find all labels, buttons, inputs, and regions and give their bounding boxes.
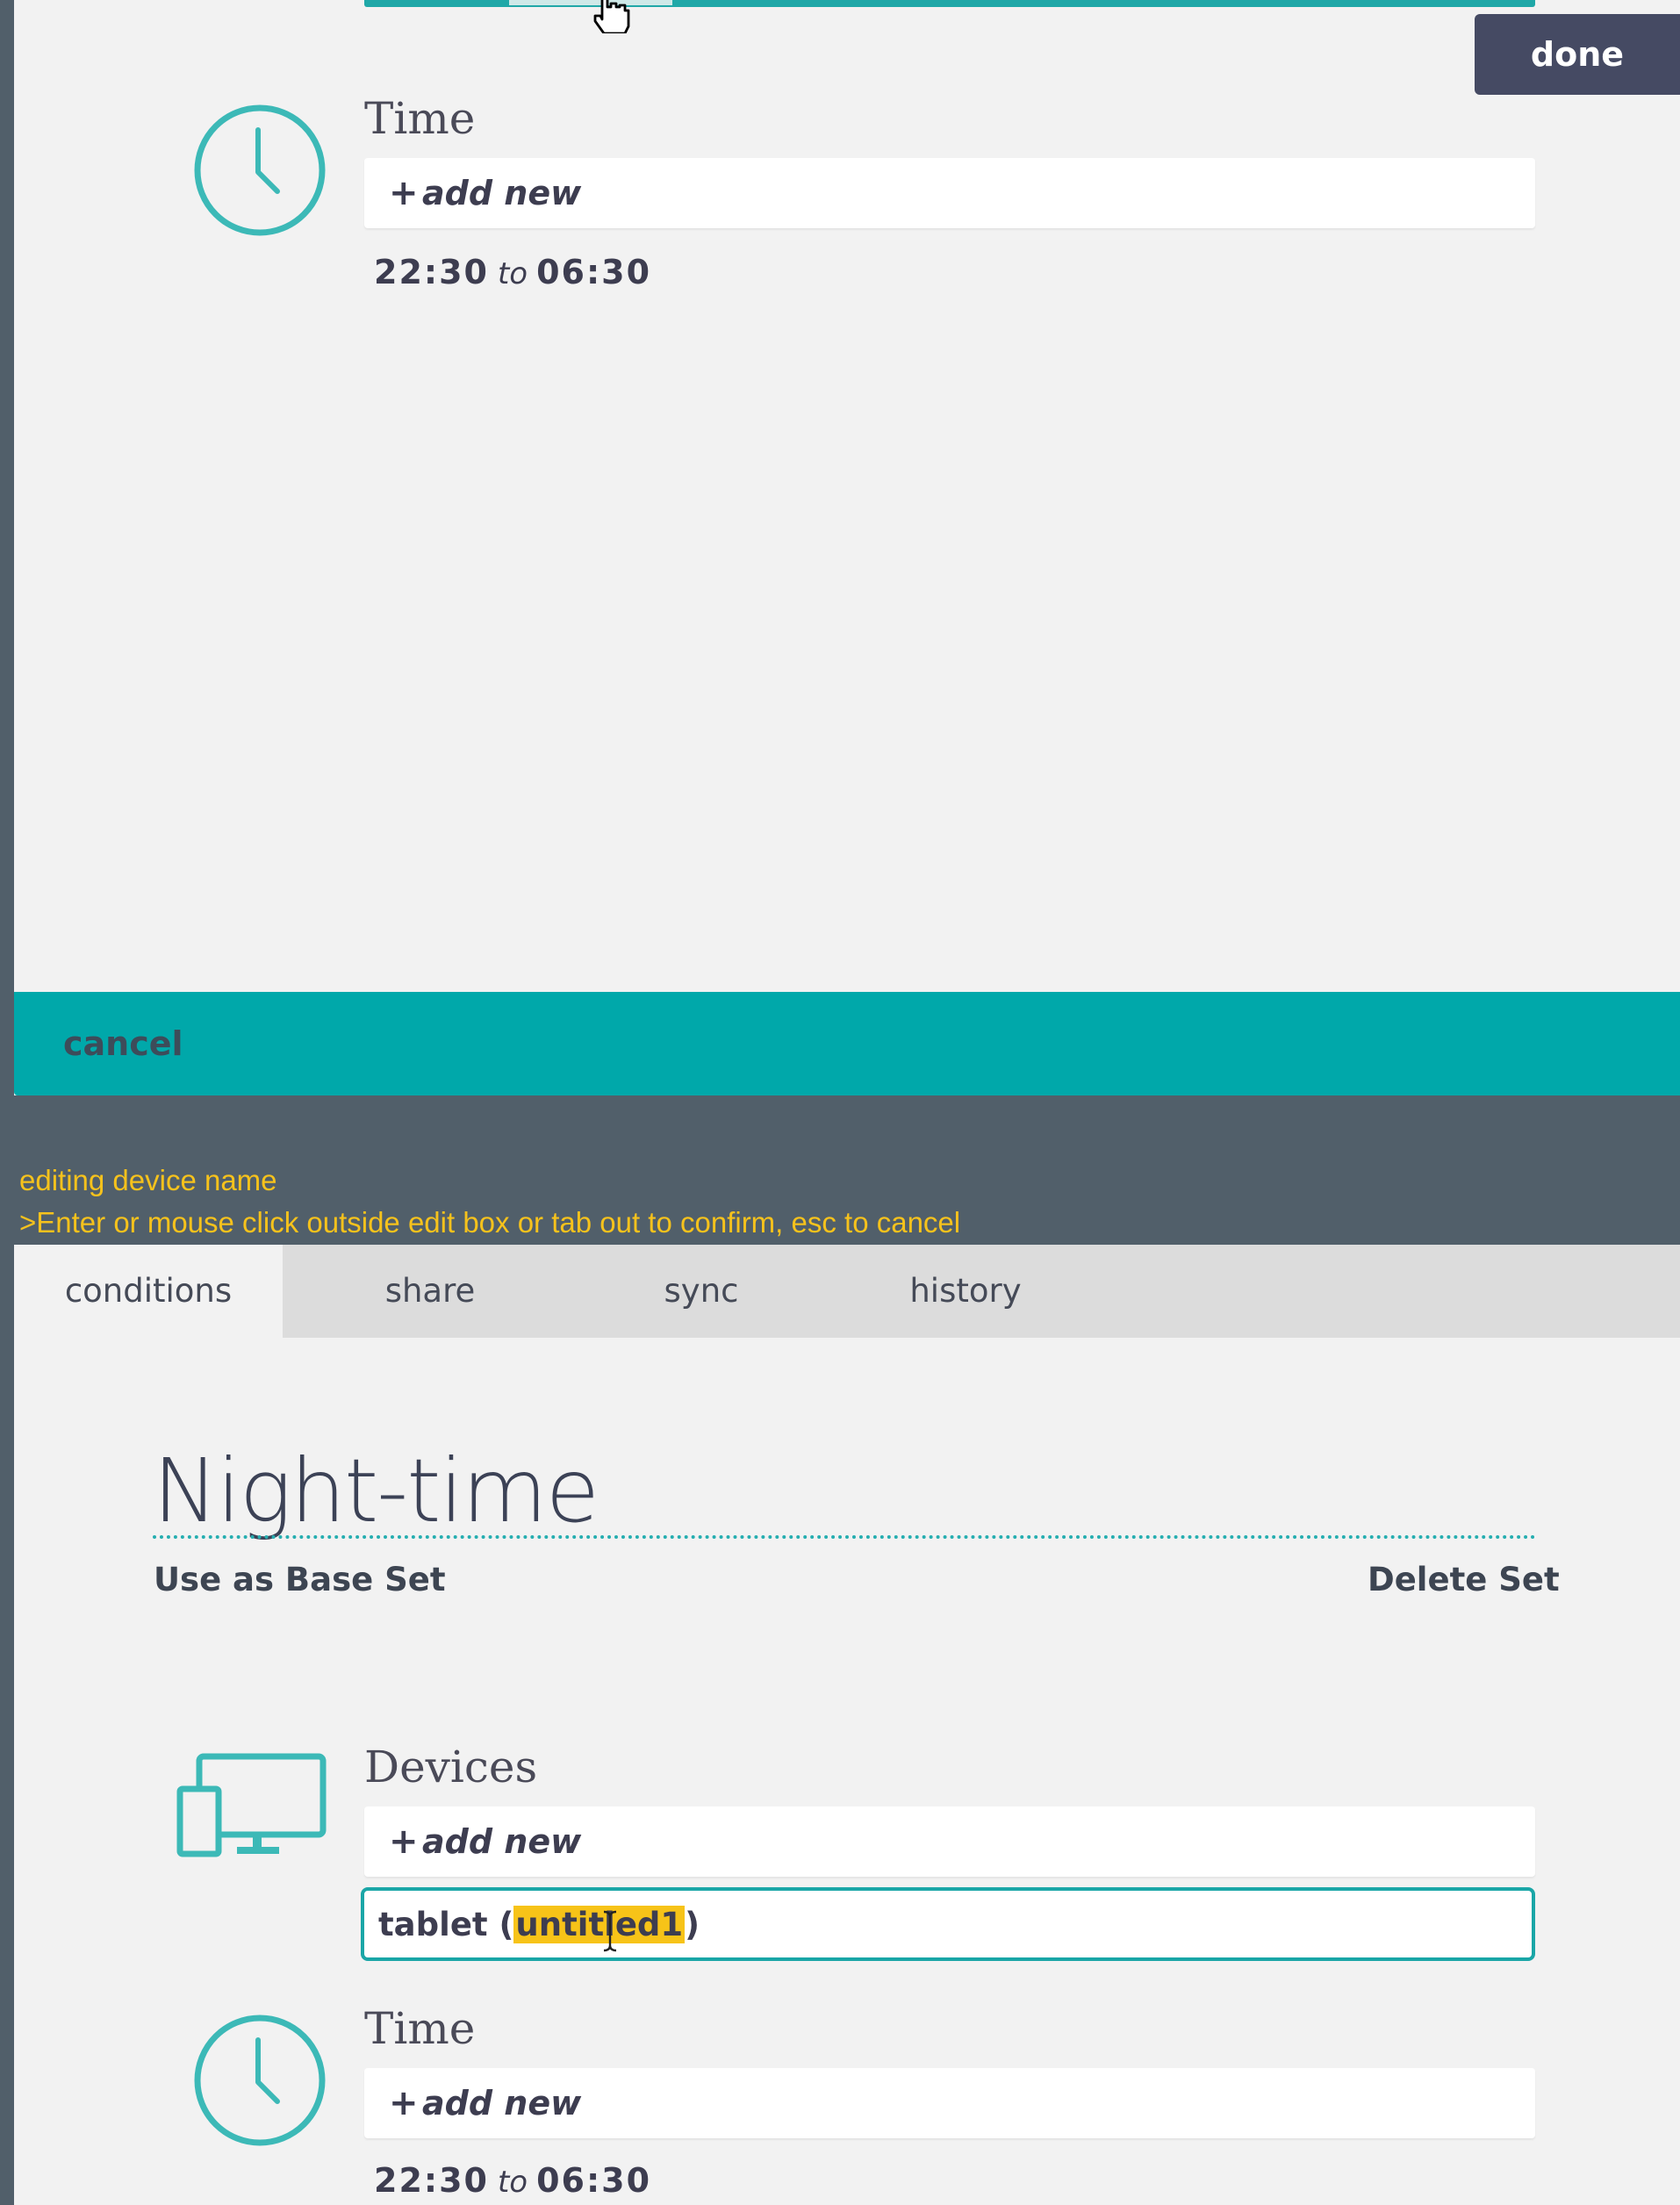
time-range-start: 22:30 xyxy=(374,253,489,291)
done-button[interactable]: done xyxy=(1475,14,1680,95)
devices-icon xyxy=(176,1753,327,1857)
device-name-selected: untitled1 xyxy=(515,1905,684,1943)
add-new-label: add new xyxy=(422,1822,582,1861)
tab-bar: conditions share sync history xyxy=(14,1245,1680,1338)
use-as-base-set-button[interactable]: Use as Base Set xyxy=(154,1561,446,1605)
plus-icon: + xyxy=(389,1821,419,1862)
plus-icon: + xyxy=(389,2083,419,2123)
set-name-underline xyxy=(153,1535,1536,1539)
status-message-title: editing device name xyxy=(19,1164,277,1196)
add-new-time-button[interactable]: + add new xyxy=(364,2068,1535,2138)
time-range-end: 06:30 xyxy=(536,2161,652,2200)
time-range-end: 06:30 xyxy=(536,253,652,291)
time-range-entry[interactable]: 22:30 to 06:30 xyxy=(374,2161,651,2205)
device-name-prefix: tablet ( xyxy=(378,1905,514,1943)
time-section-title: Time xyxy=(364,2003,476,2054)
tab-sync[interactable]: sync xyxy=(578,1245,825,1338)
hand-pointer-cursor-icon xyxy=(593,0,630,33)
device-name-edit-input[interactable]: tablet ( untitled1 ) xyxy=(361,1887,1535,1961)
selected-text: untitled1 xyxy=(513,1905,686,1951)
devices-section-title: Devices xyxy=(364,1742,538,1792)
status-message-instructions: >Enter or mouse click outside edit box o… xyxy=(19,1206,961,1239)
add-new-time-button[interactable]: + add new xyxy=(364,158,1535,228)
add-new-device-button[interactable]: + add new xyxy=(364,1806,1535,1877)
plus-icon: + xyxy=(389,173,419,213)
clock-icon xyxy=(194,2015,326,2146)
time-range-start: 22:30 xyxy=(374,2161,489,2200)
time-range-separator: to xyxy=(497,256,528,291)
cancel-button[interactable]: cancel xyxy=(63,992,183,1095)
set-name-title[interactable]: Night-time xyxy=(153,1440,599,1545)
time-section-title: Time xyxy=(364,93,476,144)
tab-share[interactable]: share xyxy=(283,1245,578,1338)
tab-history[interactable]: history xyxy=(825,1245,1106,1338)
clock-icon xyxy=(194,104,326,236)
tab-conditions[interactable]: conditions xyxy=(14,1245,283,1338)
delete-set-button[interactable]: Delete Set xyxy=(1368,1561,1560,1605)
i-beam-cursor-icon xyxy=(604,1910,617,1951)
add-new-label: add new xyxy=(422,174,582,212)
add-new-label: add new xyxy=(422,2084,582,2122)
device-name-suffix: ) xyxy=(685,1905,700,1943)
time-range-entry[interactable]: 22:30 to 06:30 xyxy=(374,253,651,297)
edit-action-bar: cancel xyxy=(14,992,1680,1095)
time-range-separator: to xyxy=(497,2165,528,2200)
